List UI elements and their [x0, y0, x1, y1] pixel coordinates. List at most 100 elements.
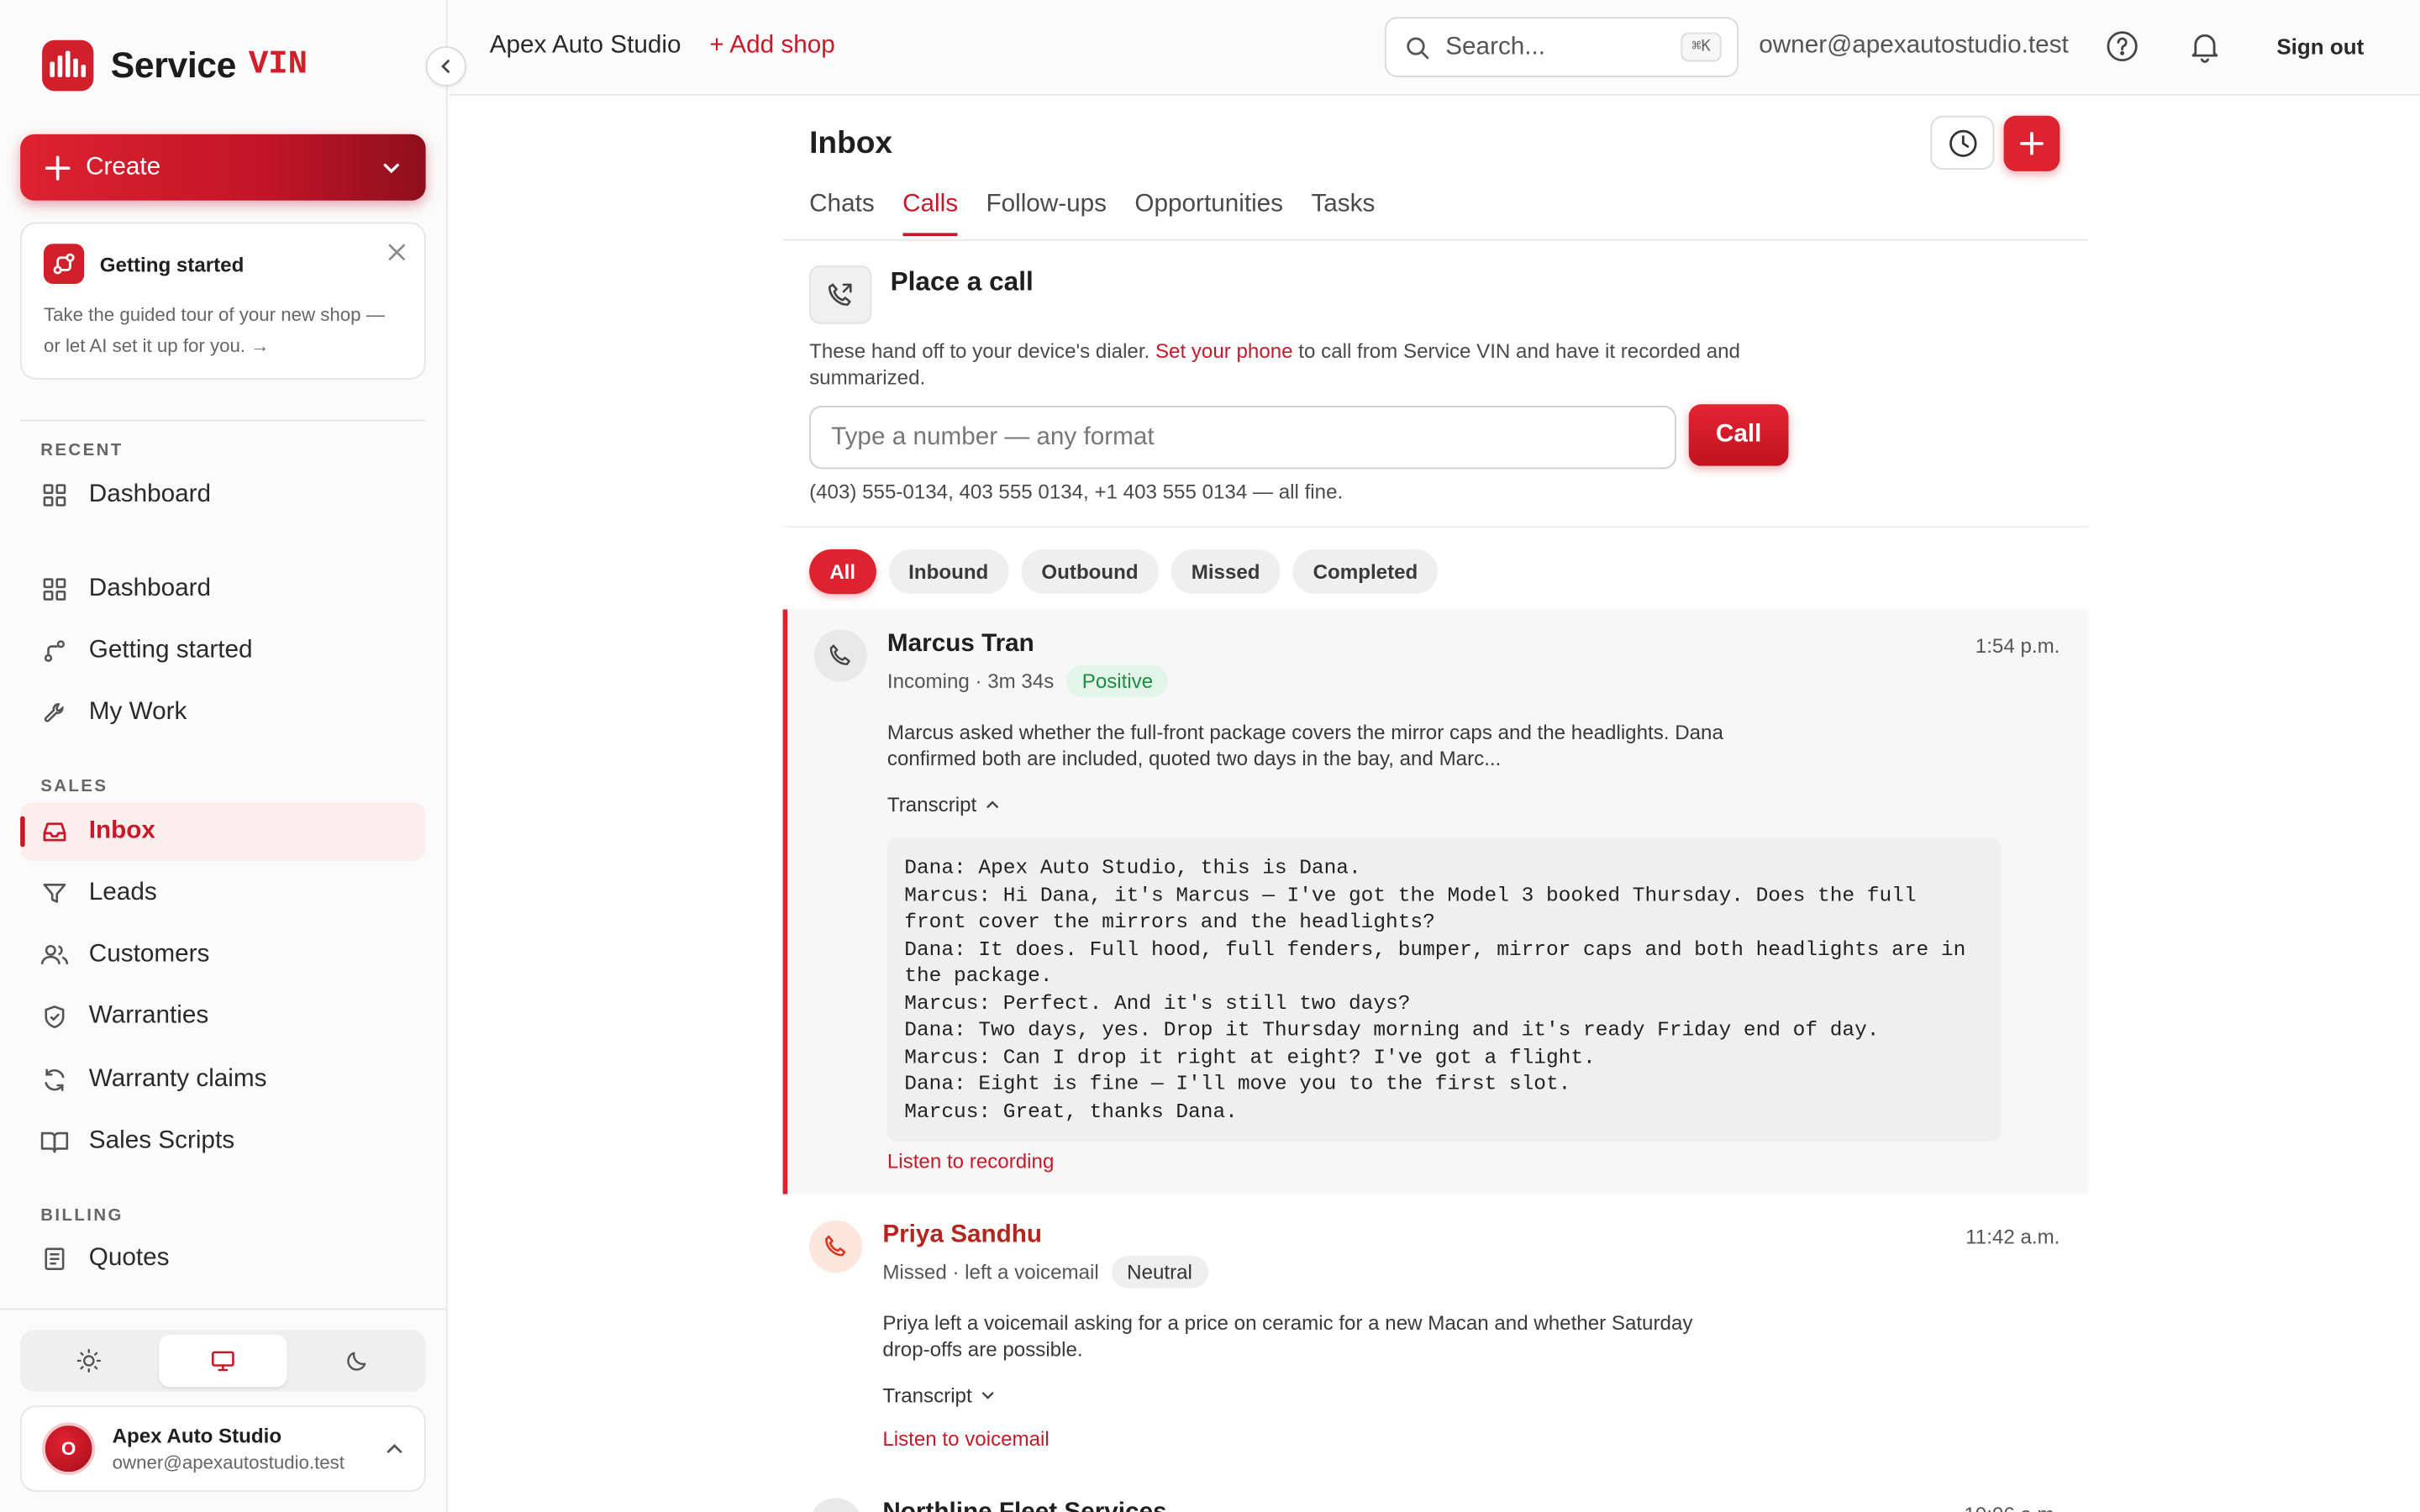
chevron-up-icon: [387, 1444, 402, 1453]
theme-dark-button[interactable]: [292, 1335, 421, 1387]
place-call-title: Place a call: [890, 266, 1034, 297]
receipt-icon: [40, 1245, 68, 1273]
listen-voicemail-link[interactable]: Listen to voicemail: [882, 1427, 1049, 1451]
sidebar-item-label: Inbox: [88, 817, 155, 844]
caller-name[interactable]: Priya Sandhu: [882, 1222, 1042, 1250]
listen-recording-link[interactable]: Listen to recording: [887, 1149, 1054, 1173]
history-button[interactable]: [1930, 115, 1995, 171]
sidebar-item-warranty-claims[interactable]: Warranty claims: [20, 1051, 425, 1110]
inbox-icon: [40, 817, 68, 845]
sidebar-item-my-work[interactable]: My Work: [20, 684, 425, 743]
set-your-phone-link[interactable]: Set your phone: [1155, 339, 1293, 363]
sidebar-item-label: My Work: [88, 699, 187, 726]
call-direction-duration: Missed · left a voicemail: [882, 1260, 1099, 1284]
top-bar: Apex Auto Studio + Add shop Search... ⌘K…: [449, 0, 2420, 96]
funnel-icon: [40, 879, 68, 907]
call-meta: Incoming · 3m 34s Positive: [887, 664, 1169, 698]
profile-name: Apex Auto Studio: [112, 1424, 282, 1447]
theme-light-button[interactable]: [25, 1335, 154, 1387]
sidebar-item-label: Warranties: [88, 1002, 209, 1030]
transcript-box: Dana: Apex Auto Studio, this is Dana. Ma…: [886, 837, 2001, 1142]
new-item-button[interactable]: [2003, 115, 2060, 171]
transcript-line: Marcus: Great, thanks Dana.: [904, 1099, 1238, 1123]
sidebar-item-recent-dashboard[interactable]: Dashboard: [20, 466, 425, 525]
call-time: 1:54 p.m.: [1975, 633, 2060, 658]
transcript-line: Dana: Eight is fine — I'll move you to t…: [904, 1072, 1571, 1096]
sentiment-badge: Neutral: [1111, 1256, 1208, 1289]
tab-tasks[interactable]: Tasks: [1311, 192, 1375, 236]
profile-menu[interactable]: O Apex Auto Studio owner@apexautostudio.…: [20, 1405, 426, 1493]
getting-started-card[interactable]: Getting started Take the guided tour of …: [20, 222, 426, 380]
call-button[interactable]: Call: [1688, 404, 1789, 466]
filter-inbound[interactable]: Inbound: [888, 549, 1009, 595]
sidebar-item-warranties[interactable]: Warranties: [20, 987, 425, 1046]
transcript-line: Marcus: Perfect. And it's still two days…: [904, 991, 1411, 1015]
plus-icon: [45, 155, 71, 180]
brand-name: Service: [110, 45, 237, 86]
sidebar-item-label: Dashboard: [88, 481, 212, 508]
chevron-down-icon: [982, 1392, 994, 1399]
caller-name[interactable]: Marcus Tran: [887, 631, 1034, 659]
sidebar-divider: [20, 419, 426, 422]
theme-system-button[interactable]: [158, 1334, 288, 1388]
chevron-left-icon: [441, 60, 450, 73]
sidebar-item-leads[interactable]: Leads: [20, 864, 425, 923]
shield-icon: [40, 1003, 68, 1031]
shop-switcher[interactable]: Apex Auto Studio: [490, 33, 681, 60]
tab-opportunities[interactable]: Opportunities: [1134, 192, 1283, 236]
tab-chats[interactable]: Chats: [809, 192, 875, 236]
transcript-toggle[interactable]: Transcript: [882, 1384, 995, 1407]
user-email: owner@apexautostudio.test: [1759, 32, 2069, 59]
place-call-description: These hand off to your device's dialer. …: [809, 339, 1740, 389]
sidebar-item-sales-scripts[interactable]: Sales Scripts: [20, 1112, 425, 1171]
sidebar-item-inbox[interactable]: Inbox: [20, 802, 426, 861]
close-icon[interactable]: [388, 244, 405, 260]
moon-icon: [346, 1352, 366, 1371]
sidebar-item-customers[interactable]: Customers: [20, 926, 425, 984]
caller-name[interactable]: Northline Fleet Services: [882, 1499, 1166, 1512]
filter-missed[interactable]: Missed: [1171, 549, 1281, 595]
call-item[interactable]: Priya Sandhu 11:42 a.m. Missed · left a …: [783, 1200, 2088, 1462]
search-input[interactable]: Search... ⌘K: [1384, 17, 1739, 77]
transcript-line: Dana: Two days, yes. Drop it Thursday mo…: [904, 1018, 1880, 1042]
getting-started-title: Getting started: [99, 252, 245, 276]
getting-started-description[interactable]: Take the guided tour of your new shop — …: [44, 299, 402, 360]
sentiment-badge: Positive: [1066, 664, 1169, 698]
plus-icon: [2020, 132, 2044, 155]
sidebar-item-label: Getting started: [88, 637, 253, 664]
call-summary: Marcus asked whether the full-front pack…: [886, 720, 1723, 770]
brand-logo[interactable]: Service VIN: [42, 39, 308, 92]
phone-number-input[interactable]: [809, 406, 1676, 470]
transcript-toggle[interactable]: Transcript: [887, 793, 1000, 816]
sidebar: Service VIN Create Getting started Take …: [0, 0, 448, 1512]
create-button[interactable]: Create: [20, 134, 426, 201]
filter-outbound[interactable]: Outbound: [1021, 549, 1159, 595]
bell-icon[interactable]: [2188, 29, 2223, 63]
filter-completed[interactable]: Completed: [1292, 549, 1439, 595]
sun-icon: [77, 1348, 102, 1373]
profile-email: owner@apexautostudio.test: [112, 1452, 345, 1474]
collapse-sidebar-button[interactable]: [425, 46, 466, 87]
chevron-down-icon: [383, 162, 399, 173]
add-shop-link[interactable]: + Add shop: [709, 33, 834, 60]
sidebar-item-dashboard[interactable]: Dashboard: [20, 560, 425, 619]
section-label-recent: RECENT: [40, 441, 124, 460]
section-divider: [782, 526, 2088, 528]
sidebar-item-getting-started[interactable]: Getting started: [20, 622, 425, 680]
sidebar-item-label: Quotes: [88, 1245, 170, 1272]
sign-out-button[interactable]: Sign out: [2276, 34, 2364, 58]
sidebar-item-quotes[interactable]: Quotes: [20, 1230, 425, 1289]
filter-all[interactable]: All: [809, 549, 876, 595]
tab-follow-ups[interactable]: Follow-ups: [986, 192, 1107, 236]
tab-calls[interactable]: Calls: [902, 192, 958, 237]
clock-icon: [1949, 129, 1976, 156]
route-icon: [40, 638, 68, 665]
transcript-line: Marcus: Can I drop it right at eight? I'…: [904, 1045, 1596, 1068]
call-item[interactable]: Northline Fleet Services 10:06 a.m.: [783, 1478, 2088, 1512]
page-title: Inbox: [809, 126, 893, 161]
help-icon[interactable]: [2105, 29, 2139, 63]
call-item[interactable]: Marcus Tran 1:54 p.m. Incoming · 3m 34s …: [782, 609, 2088, 1194]
create-label: Create: [86, 153, 161, 180]
transcript-line: Marcus: Hi Dana, it's Marcus — I've got …: [904, 883, 1929, 934]
call-time: 10:06 a.m.: [1964, 1503, 2060, 1512]
